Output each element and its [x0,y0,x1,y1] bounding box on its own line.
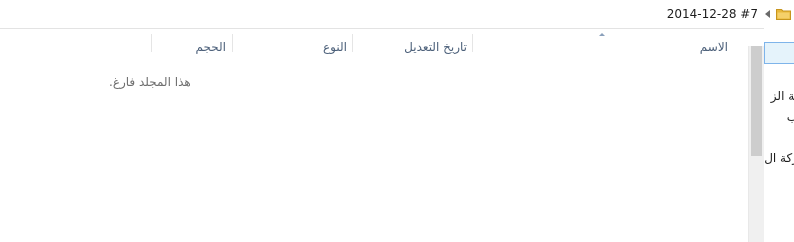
navigation-pane: ئة الز ب ركة ال [764,28,794,242]
nav-selected-item[interactable] [764,42,794,64]
column-separator[interactable] [352,34,353,52]
column-header-name[interactable]: الاسم [700,40,728,54]
address-path[interactable]: 2014-12-28 #7 [667,7,758,21]
address-bar[interactable]: 2014-12-28 #7 [0,0,794,29]
chevron-left-icon[interactable] [765,10,770,18]
nav-item[interactable]: ركة ال [764,151,794,165]
nav-item[interactable]: ئة الز [771,89,794,103]
empty-folder-message: هذا المجلد فارغ. [109,75,191,89]
column-header-date-modified[interactable]: تاريخ التعديل [404,40,467,54]
column-header-size[interactable]: الحجم [196,40,226,54]
folder-icon [776,9,791,20]
column-separator[interactable] [151,34,152,52]
scrollbar-thumb[interactable] [751,46,762,156]
column-separator[interactable] [472,34,473,52]
file-explorer-window: 2014-12-28 #7 الحجم النوع تاريخ التعديل … [0,0,794,242]
nav-item[interactable]: ب [787,110,794,124]
column-header-type[interactable]: النوع [323,40,347,54]
vertical-scrollbar[interactable] [748,46,764,242]
sort-ascending-icon [599,33,605,36]
column-separator[interactable] [232,34,233,52]
